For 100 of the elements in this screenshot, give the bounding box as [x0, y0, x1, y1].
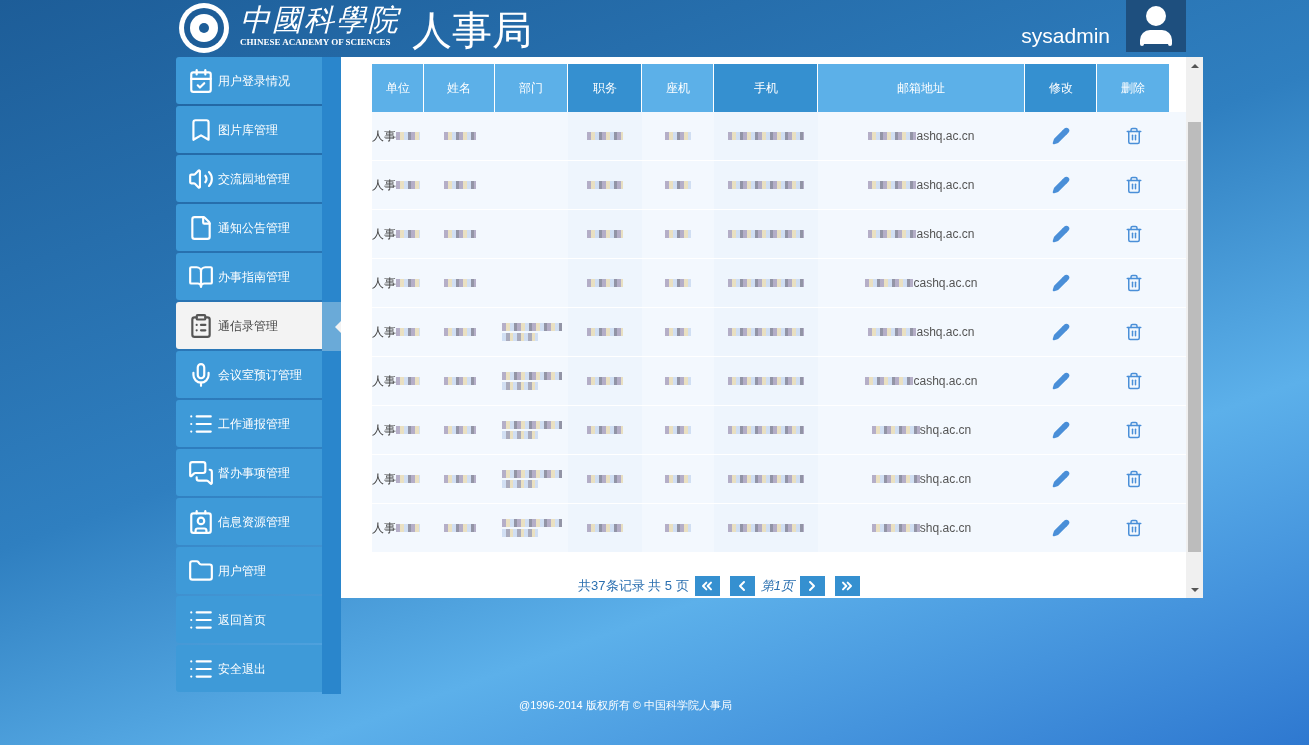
pencil-icon: [1052, 421, 1070, 439]
redaction-mark: [396, 181, 420, 189]
redaction-mark: [443, 181, 476, 189]
redaction-mark: [501, 421, 562, 439]
redaction-mark: [865, 377, 914, 385]
sidebar-item[interactable]: 返回首页: [176, 596, 322, 643]
redaction-mark: [501, 323, 562, 341]
pencil-icon: [1052, 176, 1070, 194]
delete-button[interactable]: [1124, 225, 1143, 243]
edit-button[interactable]: [1052, 225, 1070, 243]
pencil-icon: [1052, 323, 1070, 341]
column-header: 职务: [568, 64, 642, 112]
redaction-mark: [871, 426, 920, 434]
sidebar-item[interactable]: 图片库管理: [176, 106, 322, 153]
redaction-mark: [501, 372, 562, 390]
redaction-mark: [443, 328, 476, 336]
sidebar-item[interactable]: 会议室预订管理: [176, 351, 322, 398]
sidebar-edge-strip: [322, 253, 341, 302]
sidebar-item[interactable]: 工作通报管理: [176, 400, 322, 447]
column-header: 删除: [1097, 64, 1170, 112]
table-cell-text: shq.ac.cn: [919, 520, 972, 537]
edit-button[interactable]: [1052, 421, 1070, 439]
redaction-mark: [665, 475, 691, 483]
redaction-mark: [396, 426, 420, 434]
column-header: 部门: [495, 64, 568, 112]
edit-button[interactable]: [1052, 323, 1070, 341]
sidebar-item[interactable]: 安全退出: [176, 645, 322, 692]
redaction-mark: [443, 524, 476, 532]
column-header: 邮箱地址: [818, 64, 1025, 112]
redaction-mark: [587, 181, 623, 189]
delete-button[interactable]: [1124, 421, 1143, 439]
folder-icon: [188, 557, 214, 584]
table-cell-text: ashq.ac.cn: [916, 177, 975, 194]
record-summary: 共37条记录 共 5 页: [578, 577, 689, 596]
sidebar-edge-strip: [322, 57, 341, 106]
column-header: 单位: [372, 64, 424, 112]
redaction-mark: [396, 475, 420, 483]
table-cell-text: 人事: [372, 275, 396, 292]
redaction-mark: [587, 328, 623, 336]
redaction-mark: [443, 230, 476, 238]
sidebar-item[interactable]: 交流园地管理: [176, 155, 322, 202]
delete-button[interactable]: [1124, 470, 1143, 488]
table-cell-text: 人事: [372, 226, 396, 243]
column-header: 修改: [1025, 64, 1097, 112]
redaction-mark: [868, 230, 917, 238]
redaction-mark: [587, 475, 623, 483]
delete-button[interactable]: [1124, 372, 1143, 390]
delete-button[interactable]: [1124, 519, 1143, 537]
redaction-mark: [396, 328, 420, 336]
contact-book-icon: [188, 508, 214, 535]
redaction-mark: [396, 132, 420, 140]
sidebar-edge-strip: [322, 351, 341, 400]
sidebar-item[interactable]: 督办事项管理: [176, 449, 322, 496]
redaction-mark: [501, 519, 562, 537]
clipboard-icon: [188, 312, 214, 339]
last-page-button[interactable]: [834, 576, 860, 596]
footer-copyright: @1996-2014 版权所有 © 中国科学院人事局: [518, 698, 732, 713]
scrollbar[interactable]: [1186, 57, 1203, 598]
trash-icon: [1124, 176, 1143, 194]
sidebar-item[interactable]: 通信录管理: [176, 302, 322, 349]
redaction-mark: [665, 181, 691, 189]
chat-bubbles-icon: [188, 459, 214, 486]
edit-button[interactable]: [1052, 176, 1070, 194]
trash-icon: [1124, 519, 1143, 537]
redaction-mark: [443, 377, 476, 385]
sidebar-item[interactable]: 通知公告管理: [176, 204, 322, 251]
next-page-button[interactable]: [799, 576, 825, 596]
sidebar-item[interactable]: 用户管理: [176, 547, 322, 594]
logo-subtitle: CHINESE ACADEMY OF SCIENCES: [240, 36, 392, 48]
redaction-mark: [587, 132, 623, 140]
delete-button[interactable]: [1124, 127, 1143, 145]
delete-button[interactable]: [1124, 176, 1143, 194]
edit-button[interactable]: [1052, 127, 1070, 145]
table-cell-text: 人事: [372, 520, 396, 537]
edit-button[interactable]: [1052, 470, 1070, 488]
delete-button[interactable]: [1124, 323, 1143, 341]
edit-button[interactable]: [1052, 519, 1070, 537]
calendar-check-icon: [188, 67, 214, 94]
column-header: 手机: [714, 64, 818, 112]
sidebar-item[interactable]: 用户登录情况: [176, 57, 322, 104]
delete-button[interactable]: [1124, 274, 1143, 292]
department-title: 人事局: [412, 8, 532, 54]
edit-button[interactable]: [1052, 274, 1070, 292]
redaction-mark: [587, 230, 623, 238]
sidebar-item[interactable]: 办事指南管理: [176, 253, 322, 300]
first-page-button[interactable]: [694, 576, 720, 596]
redaction-mark: [501, 470, 562, 488]
sidebar-edge-strip: [322, 645, 341, 694]
trash-icon: [1124, 127, 1143, 145]
edit-button[interactable]: [1052, 372, 1070, 390]
previous-page-button[interactable]: [729, 576, 755, 596]
table-cell-text: cashq.ac.cn: [913, 373, 978, 390]
logo-title: 中國科學院: [240, 4, 400, 36]
redaction-mark: [396, 230, 420, 238]
document-icon: [188, 214, 214, 241]
redaction-mark: [443, 279, 476, 287]
redaction-mark: [396, 524, 420, 532]
sidebar-item[interactable]: 信息资源管理: [176, 498, 322, 545]
redaction-mark: [868, 328, 917, 336]
redaction-mark: [665, 230, 691, 238]
